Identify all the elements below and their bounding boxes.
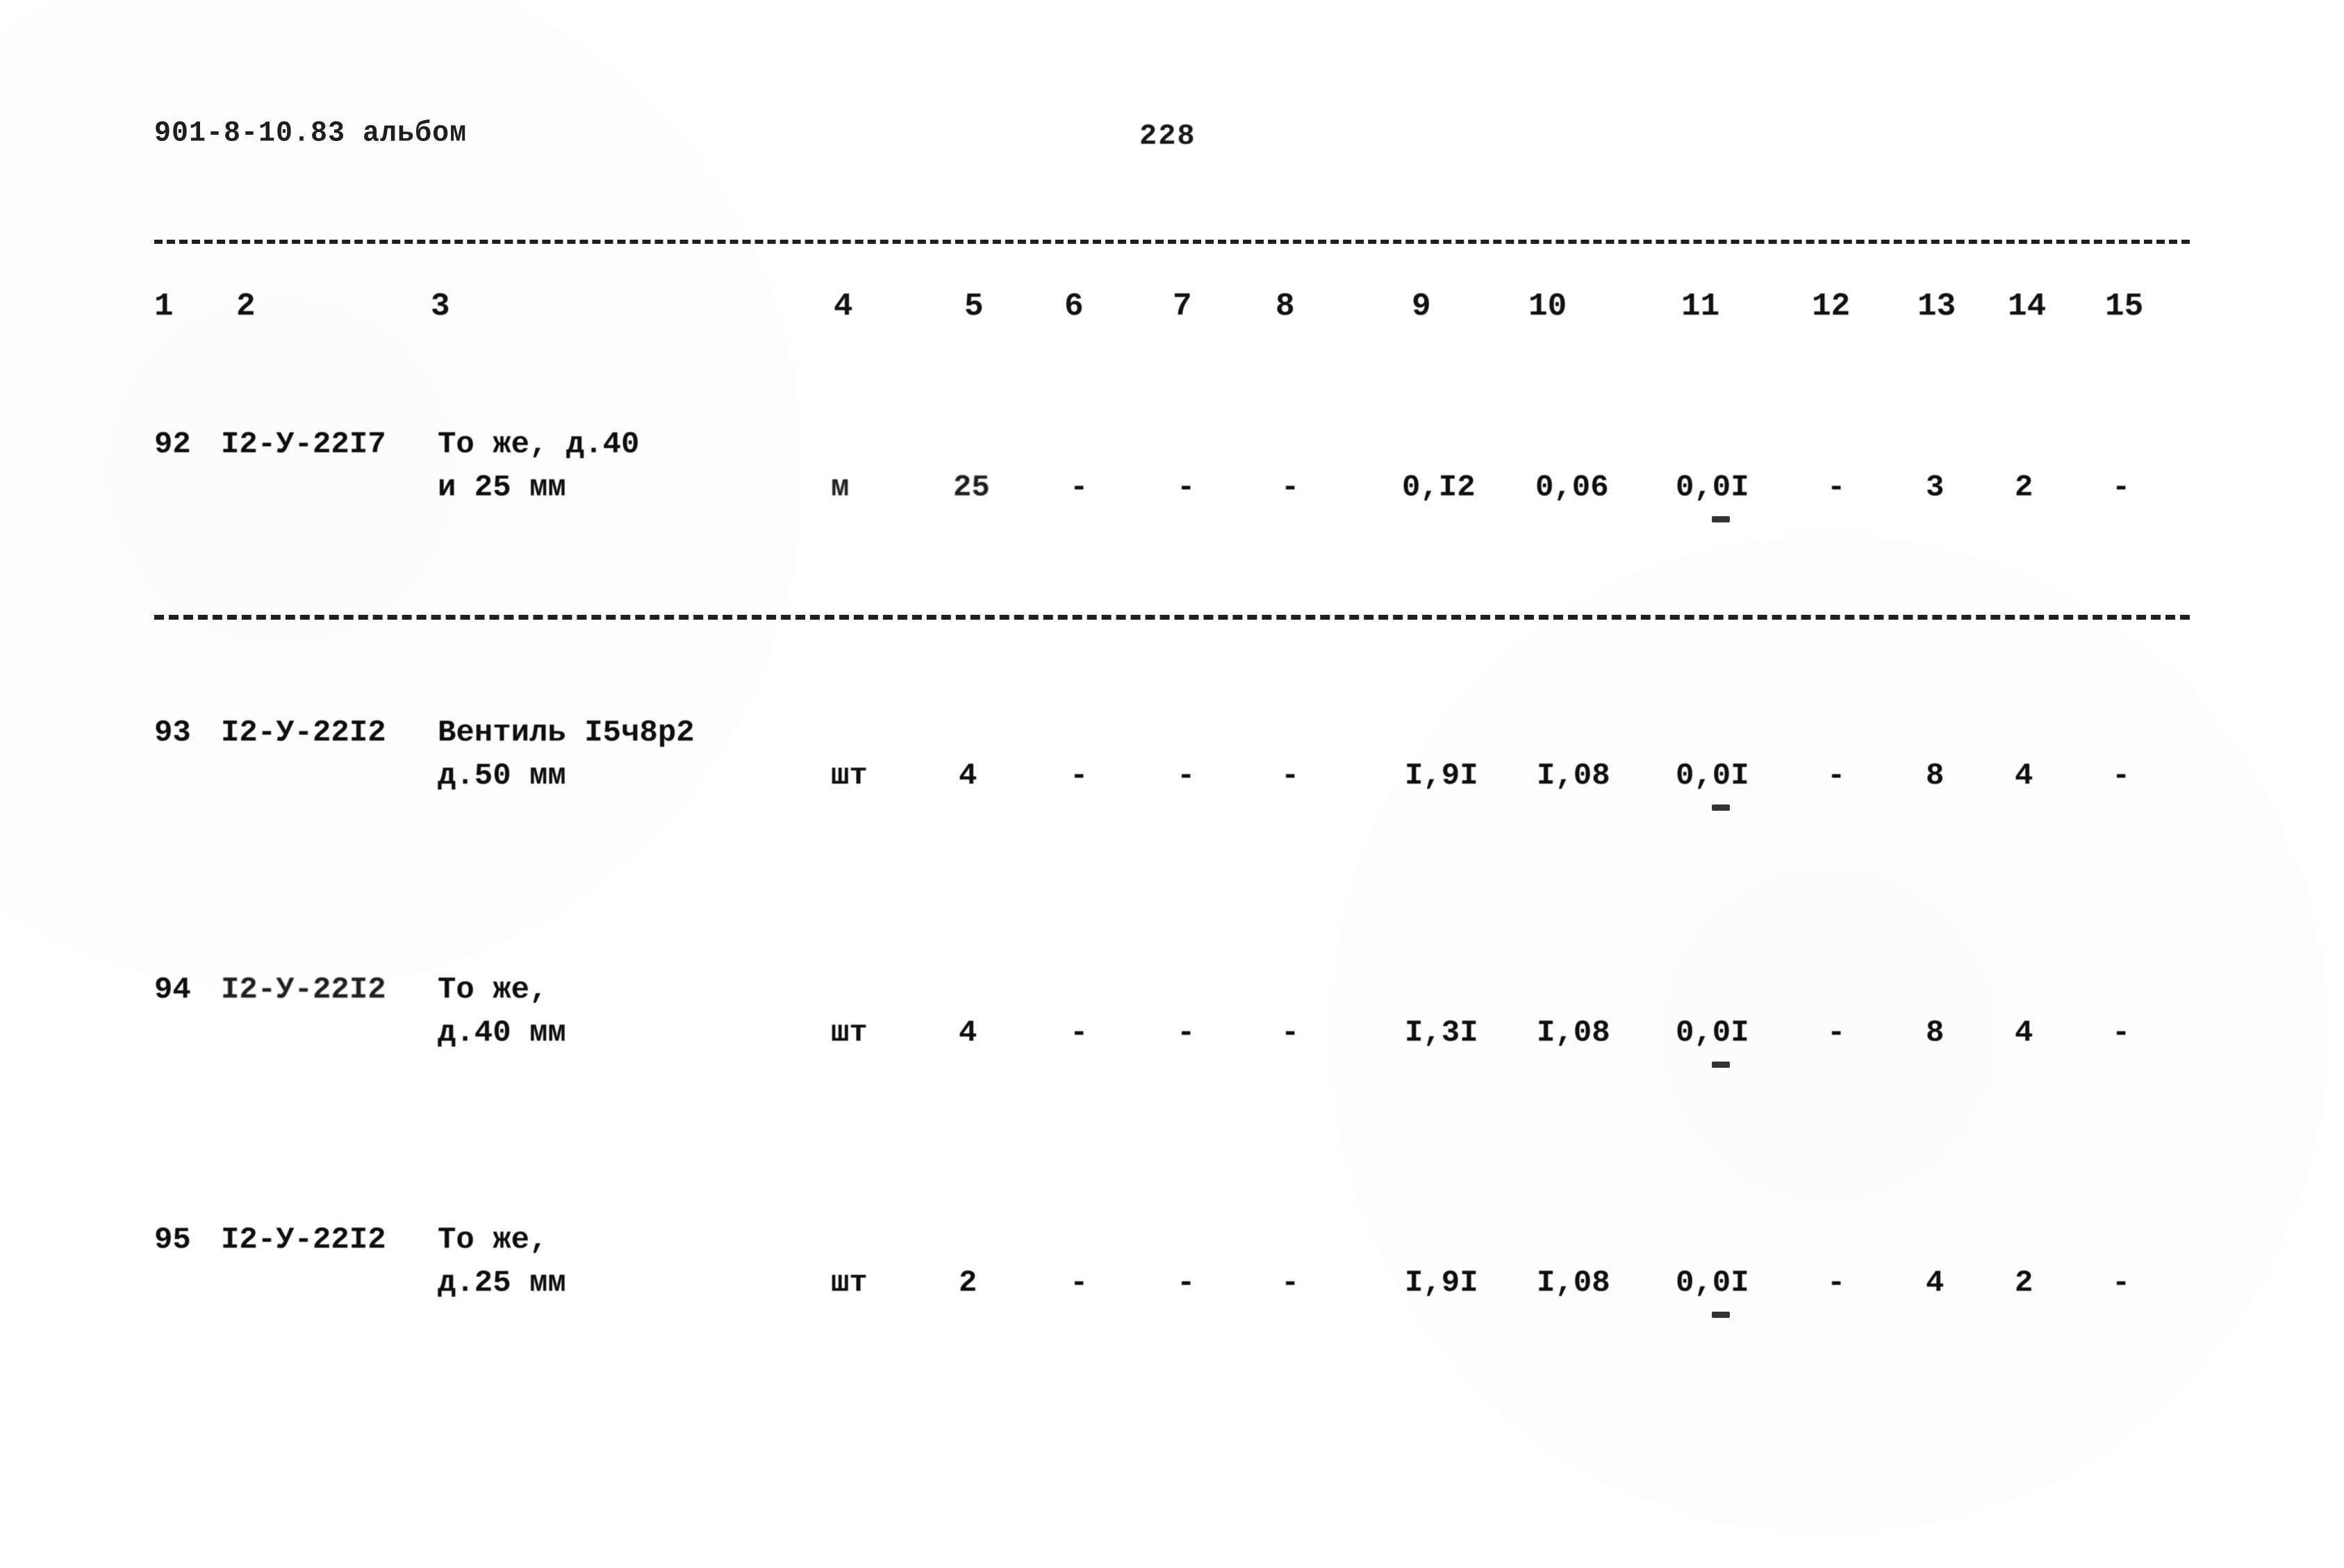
row-value-7: - (1177, 759, 1196, 793)
table-row: 93 I2-У-22I2 Вентиль I5ч8р2 д.50 мм шт 4… (0, 716, 2344, 827)
row-unit: м (831, 470, 850, 505)
row-value-7: - (1177, 470, 1196, 505)
column-number-3: 3 (431, 288, 450, 324)
row-value-11: 0,0I (1676, 1016, 1749, 1050)
row-value-13: 8 (1926, 759, 1945, 793)
table-row: 94 I2-У-22I2 То же, д.40 мм шт 4 - - - I… (0, 973, 2344, 1084)
column-number-9: 9 (1412, 288, 1431, 324)
page-number: 228 (1139, 119, 1196, 153)
column-number-11: 11 (1681, 288, 1720, 324)
row-desc-line-2: д.40 мм (438, 1016, 566, 1050)
row-value-11: 0,0I (1676, 759, 1749, 793)
row-value-15: - (2112, 1266, 2131, 1301)
row-value-9: I,3I (1405, 1016, 1478, 1050)
row-value-10: I,08 (1537, 1266, 1610, 1301)
row-value-7: - (1177, 1016, 1196, 1050)
row-value-14: 2 (2015, 470, 2033, 505)
row-value-13: 4 (1926, 1266, 1945, 1301)
column-number-5: 5 (964, 288, 984, 324)
row-value-8: - (1281, 470, 1300, 505)
row-value-9: I,9I (1405, 759, 1478, 793)
table-header-dashed-rule (154, 615, 2190, 620)
column-number-12: 12 (1812, 288, 1851, 324)
row-value-12: - (1827, 1016, 1846, 1050)
row-value-14: 4 (2015, 759, 2033, 793)
row-quantity: 4 (959, 759, 977, 793)
row-value-8: - (1281, 759, 1300, 793)
row-desc-line-2: и 25 мм (438, 470, 566, 505)
column-number-2: 2 (236, 288, 256, 324)
column-number-15: 15 (2105, 288, 2144, 324)
row-value-14: 4 (2015, 1016, 2033, 1050)
row-value-14: 2 (2015, 1266, 2033, 1301)
row-value-15: - (2112, 1016, 2131, 1050)
row-item-code: I2-У-22I2 (221, 716, 386, 750)
row-unit: шт (831, 1266, 868, 1301)
row-quantity: 25 (953, 470, 990, 505)
row-value-12: - (1827, 759, 1846, 793)
row-desc-line-1: Вентиль I5ч8р2 (438, 716, 695, 750)
scanned-document-page: 901-8-10.83 альбом 228 1 2 3 4 5 6 7 8 9… (0, 0, 2344, 1568)
scan-blot (1712, 804, 1730, 811)
row-unit: шт (831, 1016, 868, 1050)
column-number-1: 1 (154, 288, 174, 324)
column-number-7: 7 (1173, 288, 1192, 324)
row-value-8: - (1281, 1016, 1300, 1050)
table-top-dashed-rule (154, 240, 2190, 244)
row-quantity: 2 (959, 1266, 977, 1301)
row-quantity: 4 (959, 1016, 977, 1050)
row-value-6: - (1070, 470, 1089, 505)
column-number-8: 8 (1276, 288, 1295, 324)
row-value-10: 0,06 (1535, 470, 1609, 505)
row-item-code: I2-У-22I7 (221, 427, 386, 462)
column-number-14: 14 (2008, 288, 2047, 324)
page-header: 901-8-10.83 альбом 228 (0, 117, 2344, 167)
column-number-13: 13 (1917, 288, 1956, 324)
row-value-6: - (1070, 1016, 1089, 1050)
scan-blot (1712, 1062, 1730, 1068)
table-column-header-row: 1 2 3 4 5 6 7 8 9 10 11 12 13 14 15 (0, 288, 2344, 620)
row-value-6: - (1070, 759, 1089, 793)
row-value-13: 8 (1926, 1016, 1945, 1050)
row-number: 93 (154, 716, 191, 750)
row-desc-line-1: То же, д.40 (438, 427, 640, 462)
row-number: 92 (154, 427, 191, 462)
row-item-code: I2-У-22I2 (221, 973, 386, 1007)
table-row: 95 I2-У-22I2 То же, д.25 мм шт 2 - - - I… (0, 1223, 2344, 1334)
document-code: 901-8-10.83 альбом (154, 117, 468, 151)
row-desc-line-2: д.25 мм (438, 1266, 566, 1301)
row-value-11: 0,0I (1676, 1266, 1749, 1301)
row-value-13: 3 (1926, 470, 1945, 505)
row-desc-line-1: То же, (438, 973, 548, 1007)
row-item-code: I2-У-22I2 (221, 1223, 386, 1257)
row-value-15: - (2112, 470, 2131, 505)
column-number-4: 4 (834, 288, 853, 324)
row-value-12: - (1827, 470, 1846, 505)
scan-blot (1712, 1312, 1730, 1318)
row-desc-line-1: То же, (438, 1223, 548, 1257)
row-number: 95 (154, 1223, 191, 1257)
row-number: 94 (154, 973, 191, 1007)
column-number-10: 10 (1528, 288, 1567, 324)
scan-blot (1712, 516, 1730, 522)
column-number-6: 6 (1064, 288, 1084, 324)
row-value-6: - (1070, 1266, 1089, 1301)
row-value-15: - (2112, 759, 2131, 793)
row-value-8: - (1281, 1266, 1300, 1301)
row-desc-line-2: д.50 мм (438, 759, 566, 793)
row-value-11: 0,0I (1676, 470, 1749, 505)
row-value-12: - (1827, 1266, 1846, 1301)
row-value-7: - (1177, 1266, 1196, 1301)
table-row: 92 I2-У-22I7 То же, д.40 и 25 мм м 25 - … (0, 427, 2344, 538)
row-value-10: I,08 (1537, 759, 1610, 793)
row-value-9: 0,I2 (1402, 470, 1476, 505)
row-value-10: I,08 (1537, 1016, 1610, 1050)
row-value-9: I,9I (1405, 1266, 1478, 1301)
row-unit: шт (831, 759, 868, 793)
